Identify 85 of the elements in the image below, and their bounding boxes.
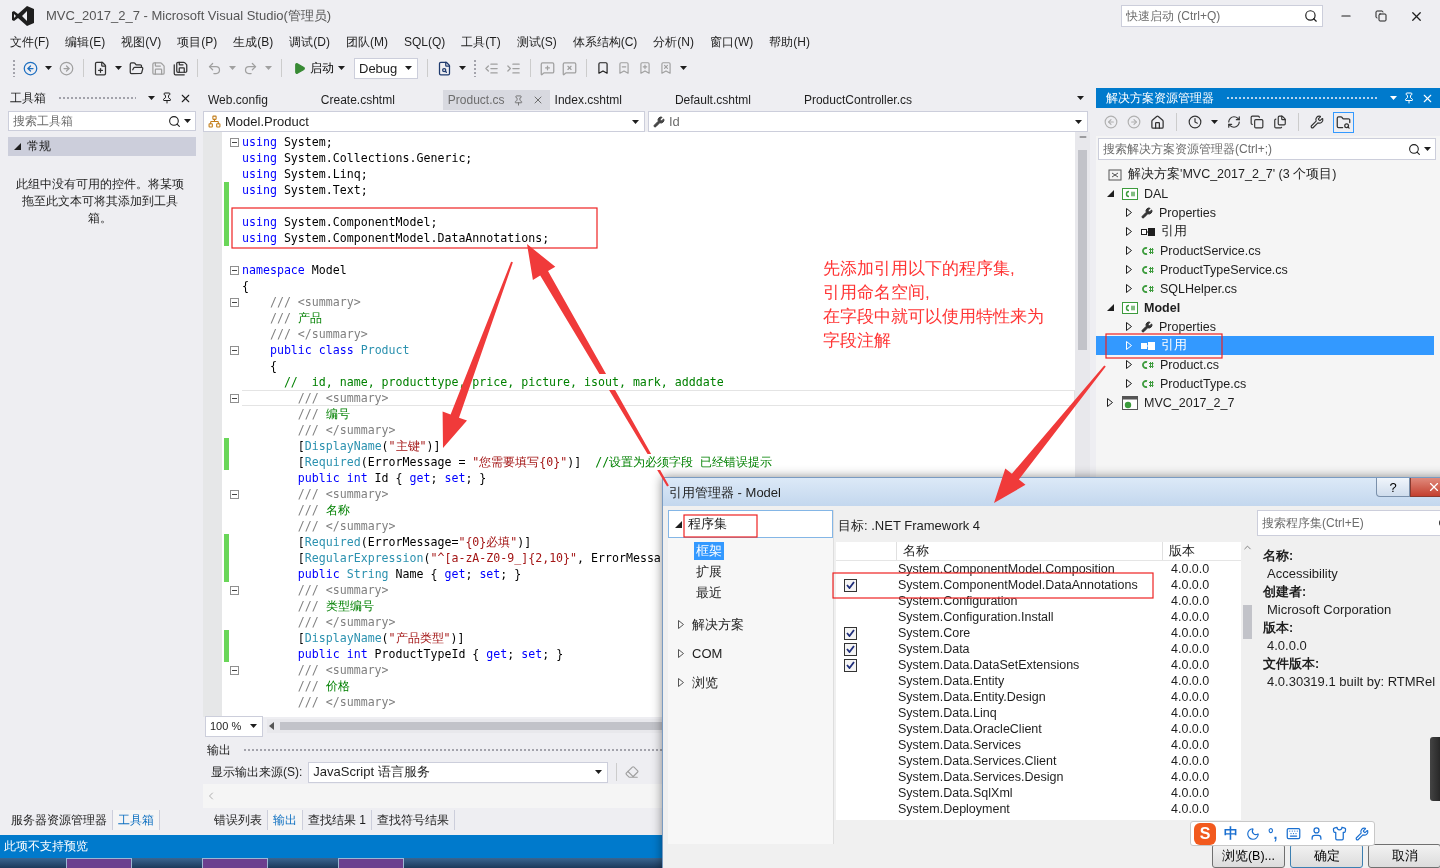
detail-label: 创建者:: [1263, 584, 1308, 601]
code-line: using System.ComponentModel.DataAnnotations;: [242, 230, 551, 246]
code-line: using System.ComponentModel;: [242, 214, 439, 230]
assembly-name: System.Data.Entity: [897, 673, 1006, 689]
assembly-version: 4.0.0.0: [1170, 785, 1211, 801]
code-line: /// </summary>: [296, 614, 397, 630]
code-line: using System;: [242, 134, 334, 150]
code-line: /// <summary>: [242, 390, 1075, 406]
annotation-text: 字段注解: [823, 330, 891, 352]
assembly-version: 4.0.0.0: [1170, 625, 1211, 641]
assembly-name: System.Data.Linq: [897, 705, 998, 721]
annotation-text: 在字段中就可以使用特性来为: [823, 306, 1044, 328]
code-line: {: [242, 278, 250, 294]
assembly-name: System.Deployment: [897, 801, 1011, 817]
assembly-version: 4.0.0.0: [1170, 593, 1211, 609]
code-line: [RegularExpression("^[a-zA-Z0-9_]{2,10}", ErrorMessa: [296, 550, 662, 566]
detail-label: 文件版本:: [1263, 656, 1321, 673]
detail-label: 版本:: [1263, 620, 1295, 637]
code-line: // id, name, producttype, price, picture, isout, mark, adddate: [282, 374, 725, 390]
annotation-text: 引用命名空间,: [823, 282, 930, 304]
target-framework: 目标: .NET Framework 4: [837, 517, 982, 535]
code-line: public int ProductTypeId { get; set; }: [296, 646, 565, 662]
detail-label: 名称:: [1263, 548, 1295, 565]
assembly-name: System.Data.Services.Design: [897, 769, 1065, 785]
assembly-version: 4.0.0.0: [1170, 673, 1211, 689]
code-line: public String Name { get; set; }: [296, 566, 523, 582]
assembly-name: System.Data.Services.Client: [897, 753, 1058, 769]
code-line: /// <summary>: [296, 662, 390, 678]
code-line: [DisplayName("产品类型")]: [296, 630, 466, 646]
code-line: /// </summary>: [296, 518, 397, 534]
assembly-version: 4.0.0.0: [1170, 737, 1211, 753]
code-line: namespace Model: [242, 262, 348, 278]
assembly-name: System.Configuration.Install: [897, 609, 1055, 625]
assembly-name: System.Data.DataSetExtensions: [897, 657, 1081, 673]
code-line: /// 产品: [268, 310, 323, 326]
code-line: using System.Linq;: [242, 166, 369, 182]
assembly-name: System.Data.Services: [897, 737, 1022, 753]
assembly-version: 4.0.0.0: [1170, 561, 1211, 577]
assembly-version: 4.0.0.0: [1170, 721, 1211, 737]
code-line: {: [268, 358, 278, 374]
code-line: /// <summary>: [268, 294, 362, 310]
assembly-name: System.ComponentModel.DataAnnotations: [897, 577, 1139, 593]
code-line: /// </summary>: [268, 326, 369, 342]
empty-message: 此组中没有可用的控件。将某项拖至此文本可将其添加到工具箱。: [15, 176, 185, 227]
detail-value: 4.0.0.0: [1266, 638, 1308, 655]
annotation-text: 先添加引用以下的程序集,: [823, 258, 1015, 280]
code-line: /// </summary>: [296, 422, 397, 438]
dialog-title: 引用管理器 - Model: [668, 484, 782, 502]
detail-value: Microsoft Corporation: [1266, 602, 1393, 619]
assembly-version: 4.0.0.0: [1170, 689, 1211, 705]
assembly-version: 4.0.0.0: [1170, 705, 1211, 721]
assembly-name: System.Core: [897, 625, 972, 641]
code-line: /// <summary>: [296, 582, 390, 598]
code-line: [Required(ErrorMessage = "您需要填写{0}")] //设置为必须字段 已经错误提示: [296, 454, 774, 470]
code-line: using System.Collections.Generic;: [242, 150, 474, 166]
code-line: /// <summary>: [296, 486, 390, 502]
code-line: /// 类型编号: [296, 598, 375, 614]
detail-value: Accessibility: [1266, 566, 1339, 583]
assembly-name: System.Data.Entity.Design: [897, 689, 1047, 705]
code-line: using System.Text;: [242, 182, 369, 198]
panel-title: 解决方案资源管理器: [1106, 89, 1214, 107]
code-line: /// </summary>: [296, 694, 397, 710]
ime-logo: S: [1194, 822, 1216, 845]
code-line: [DisplayName("主键")]: [296, 438, 442, 454]
code-line: public class Product: [268, 342, 411, 358]
panel-title: 输出: [207, 741, 231, 759]
assembly-version: 4.0.0.0: [1170, 801, 1211, 817]
assembly-version: 4.0.0.0: [1170, 577, 1211, 593]
assembly-name: System.Data.OracleClient: [897, 721, 1043, 737]
field-label: 显示输出来源(S):: [211, 763, 303, 781]
detail-value: 4.0.30319.1 built by: RTMRel: [1266, 674, 1437, 691]
assembly-version: 4.0.0.0: [1170, 753, 1211, 769]
window-title: MVC_2017_2_7 - Microsoft Visual Studio(管理员): [46, 7, 333, 25]
assembly-version: 4.0.0.0: [1170, 609, 1211, 625]
panel-title: 工具箱: [10, 89, 46, 107]
assembly-version: 4.0.0.0: [1170, 769, 1211, 785]
code-line: /// 名称: [296, 502, 351, 518]
code-line: /// 价格: [296, 678, 351, 694]
code-line: public int Id { get; set; }: [296, 470, 488, 486]
code-line: /// 编号: [296, 406, 351, 422]
code-line: [Required(ErrorMessage="{0}必填")]: [296, 534, 533, 550]
assembly-version: 4.0.0.0: [1170, 641, 1211, 657]
assembly-name: System.Data.SqlXml: [897, 785, 1014, 801]
assembly-version: 4.0.0.0: [1170, 657, 1211, 673]
assembly-name: System.Data: [897, 641, 971, 657]
